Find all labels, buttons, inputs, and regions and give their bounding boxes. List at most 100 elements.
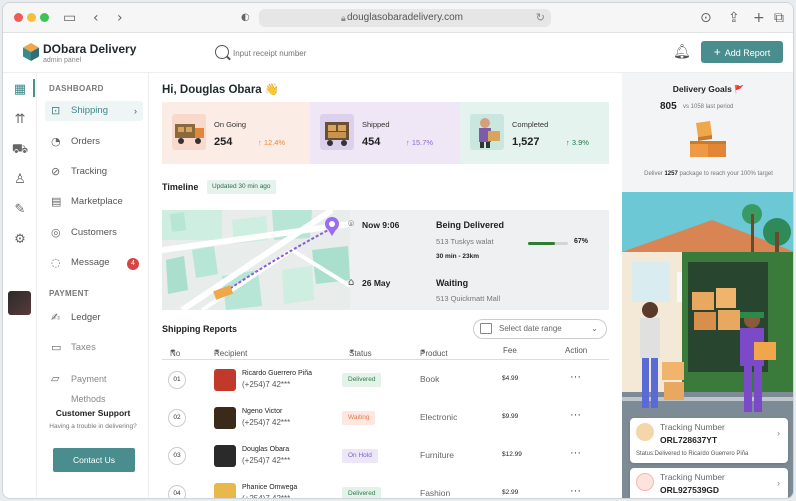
tracking-card[interactable]: Tracking Number ORL927539GD › bbox=[630, 468, 788, 498]
nav-item-taxes[interactable]: ▭ Taxes bbox=[45, 338, 143, 358]
nav-item-shipping[interactable]: ⊡ Shipping › bbox=[45, 101, 143, 121]
forward-icon[interactable]: › bbox=[117, 9, 123, 27]
tracking-icon: ⊘ bbox=[51, 165, 61, 178]
ongoing-truck-icon bbox=[172, 114, 206, 150]
sort-down-icon: ▼ bbox=[170, 349, 176, 355]
stat-card-ongoing[interactable]: On Going 254 ↑ 12.4% bbox=[162, 102, 310, 164]
recipient-name: Douglas Obara bbox=[242, 446, 290, 453]
address-bar[interactable]: 🔒︎ douglasobaradelivery.com ↻ bbox=[259, 9, 551, 27]
status-badge: Delivered bbox=[342, 373, 382, 387]
flag-icon: 🚩 bbox=[734, 85, 745, 94]
courier-icon[interactable]: ♙ bbox=[11, 172, 29, 188]
event-address: 513 Quickmatt Mall bbox=[436, 294, 501, 303]
timeline-event[interactable]: ⌾ Now 9:06 Being Delivered 513 Tuskys wa… bbox=[348, 219, 504, 246]
plus-icon: + bbox=[713, 45, 721, 59]
nav-item-ledger[interactable]: ✍ Ledger bbox=[45, 308, 143, 328]
brand-name: DObara Delivery bbox=[43, 42, 137, 56]
greeting-heading: Hi, Douglas Obara 👋 bbox=[162, 84, 280, 96]
stat-label: On Going bbox=[214, 120, 247, 129]
tracking-status: Status:Delivered to Ricardo Guerrero Piñ… bbox=[636, 451, 749, 457]
close-window-button[interactable] bbox=[14, 13, 23, 22]
tracking-card[interactable]: Tracking Number ORL728637YT Status:Deliv… bbox=[630, 418, 788, 463]
table-row[interactable]: 04 Phanice Omwega (+254)7 42*** Delivered Fa… bbox=[162, 475, 609, 499]
right-panel: Delivery Goals 🚩 805 vs 1058 last period… bbox=[622, 73, 793, 498]
timeline-heading: Timeline bbox=[162, 182, 199, 192]
package-icon bbox=[636, 423, 654, 441]
downloads-icon[interactable]: ⊙ bbox=[700, 9, 712, 27]
message-count-badge: 4 bbox=[127, 258, 139, 270]
receipt-search-input[interactable] bbox=[233, 45, 433, 61]
row-number: 02 bbox=[168, 409, 186, 427]
tab-overview-icon[interactable]: ⧉ bbox=[774, 9, 784, 27]
date-range-select[interactable]: Select date range ⌄ bbox=[473, 319, 607, 339]
nav-item-tracking[interactable]: ⊘ Tracking bbox=[45, 162, 143, 182]
nav-item-orders[interactable]: ◔ Orders bbox=[45, 132, 143, 152]
minimize-window-button[interactable] bbox=[27, 13, 36, 22]
reports-icon[interactable]: ✎ bbox=[11, 202, 29, 218]
nav-item-label: Shipping bbox=[71, 105, 108, 116]
warehouse-icon: ⌂ bbox=[348, 277, 355, 288]
privacy-shield-icon[interactable]: ◐ bbox=[241, 9, 250, 27]
row-actions-button[interactable]: ··· bbox=[570, 485, 581, 497]
notification-bell-icon[interactable]: 🔔︎ bbox=[673, 44, 691, 62]
nav-item-message[interactable]: ◌ Message 4 bbox=[45, 253, 143, 273]
package-stack-illustration bbox=[690, 121, 726, 157]
recipient-phone: (+254)7 42*** bbox=[242, 494, 291, 499]
nav-item-customers[interactable]: ◎ Customers bbox=[45, 223, 143, 243]
event-status: Being Delivered bbox=[436, 220, 505, 230]
stat-value: 454 bbox=[362, 136, 381, 148]
recipient-phone: (+254)7 42*** bbox=[242, 456, 291, 465]
stat-label: Shipped bbox=[362, 120, 390, 129]
nav-item-payment-methods[interactable]: ▱ Payment Methods bbox=[45, 369, 143, 404]
payment-methods-icon: ▱ bbox=[51, 372, 60, 385]
table-row[interactable]: 02 Ngeno Victor (+254)7 42*** Waiting Electr… bbox=[162, 399, 609, 437]
nav-item-marketplace[interactable]: ▤ Marketplace bbox=[45, 192, 143, 212]
goal-value: 805 bbox=[660, 101, 677, 112]
dashboard-grid-icon[interactable]: ▦ bbox=[11, 82, 29, 98]
new-tab-icon[interactable]: + bbox=[753, 9, 765, 27]
table-row[interactable]: 01 Ricardo Guerrero Piña (+254)7 42*** Deli… bbox=[162, 361, 609, 399]
goal-title-text: Delivery Goals bbox=[672, 84, 732, 94]
event-address: 513 Tuskys walat bbox=[436, 237, 494, 246]
row-number: 04 bbox=[168, 485, 186, 498]
taxes-icon: ▭ bbox=[51, 341, 62, 354]
column-header-action: Action bbox=[565, 346, 588, 355]
row-actions-button[interactable]: ··· bbox=[570, 371, 581, 383]
share-icon[interactable]: ⇪ bbox=[728, 9, 740, 27]
reload-icon[interactable]: ↻ bbox=[536, 9, 545, 27]
recipient-avatar bbox=[214, 483, 236, 498]
shipping-nav-icon[interactable]: ⇈ bbox=[11, 112, 29, 128]
target-suffix: package to reach your 100% target bbox=[679, 171, 773, 177]
status-badge: On Hold bbox=[342, 449, 378, 463]
fee-amount: $4.99 bbox=[502, 375, 519, 382]
timeline-event[interactable]: ⌂ 26 May Waiting 513 Quickmatt Mall bbox=[348, 277, 500, 303]
icon-rail: ▦ ⇈ ⛟ ♙ ✎ ⚙ bbox=[3, 73, 37, 498]
message-icon: ◌ bbox=[51, 256, 61, 269]
table-row[interactable]: 03 Douglas Obara (+254)7 42*** On Hold Furni… bbox=[162, 437, 609, 475]
event-status: Waiting bbox=[436, 278, 469, 288]
maximize-window-button[interactable] bbox=[40, 13, 49, 22]
row-actions-button[interactable]: ··· bbox=[570, 447, 581, 459]
stat-card-shipped[interactable]: Shipped 454 ↑ 15.7% bbox=[310, 102, 460, 164]
delivery-eta-distance: 30 min - 23km bbox=[436, 253, 479, 260]
delivery-route-map[interactable] bbox=[162, 210, 350, 310]
sidebar-toggle-icon[interactable]: ▭ bbox=[63, 9, 76, 27]
recipient-name: Phanice Omwega bbox=[242, 484, 298, 491]
recipient-phone: (+254)7 42*** bbox=[242, 380, 291, 389]
back-icon[interactable]: ‹ bbox=[93, 9, 99, 27]
shipped-boxes-icon bbox=[320, 114, 354, 150]
chevron-right-icon: › bbox=[777, 428, 780, 438]
settings-gear-icon[interactable]: ⚙ bbox=[11, 232, 29, 248]
add-report-button[interactable]: + Add Report bbox=[701, 41, 783, 63]
status-badge: Delivered bbox=[342, 487, 382, 498]
stat-value: 1,527 bbox=[512, 136, 540, 148]
stat-card-completed[interactable]: Completed 1,527 ↑ 3.9% bbox=[460, 102, 609, 164]
user-avatar[interactable] bbox=[8, 291, 31, 315]
tracking-label: Tracking Number bbox=[660, 422, 725, 432]
date-range-placeholder: Select date range bbox=[499, 324, 562, 333]
row-actions-button[interactable]: ··· bbox=[570, 409, 581, 421]
delivery-truck-icon[interactable]: ⛟ bbox=[11, 142, 29, 158]
url-text: douglasobaradelivery.com bbox=[347, 12, 463, 23]
contact-us-button[interactable]: Contact Us bbox=[53, 448, 135, 472]
fee-amount: $9.99 bbox=[502, 413, 519, 420]
